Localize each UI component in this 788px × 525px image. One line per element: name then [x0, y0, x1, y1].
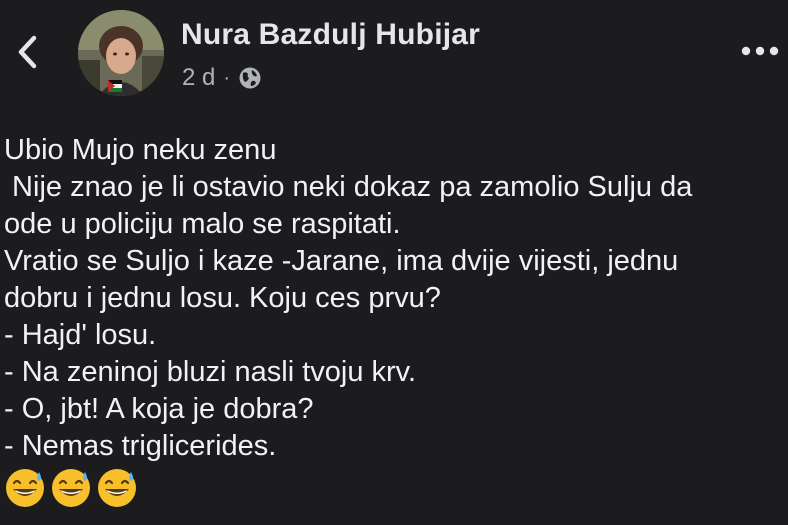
more-horizontal-icon: [741, 46, 779, 56]
grinning-sweat-emoji: [52, 469, 90, 507]
chevron-left-icon: [18, 35, 37, 69]
author-name[interactable]: Nura Bazdulj Hubijar: [181, 18, 480, 52]
post-line: - O, jbt! A koja je dobra?: [4, 393, 314, 425]
post-line: - Hajd' losu.: [4, 319, 157, 351]
post-line: Ubio Mujo neku zenu: [4, 134, 277, 166]
back-button[interactable]: [10, 30, 44, 74]
post-line: dobru i jednu losu. Koju ces prvu?: [4, 282, 441, 314]
post-body: Ubio Mujo neku zenu Nije znao je li osta…: [4, 132, 788, 509]
grinning-sweat-emoji: [98, 469, 136, 507]
emoji-row: [4, 467, 788, 509]
post-line: - Nemas triglicerides.: [4, 430, 277, 462]
post-line: - Na zeninoj bluzi nasli tvoju krv.: [4, 356, 417, 388]
avatar[interactable]: [78, 10, 164, 96]
post-line: Nije znao je li ostavio neki dokaz pa za…: [4, 171, 693, 203]
meta-separator: ·: [223, 66, 231, 89]
grinning-sweat-emoji: [6, 469, 44, 507]
post-line: Vratio se Suljo i kaze -Jarane, ima dvij…: [4, 245, 679, 277]
post-time[interactable]: 2 d: [182, 64, 215, 92]
post-meta: 2 d ·: [182, 64, 262, 92]
more-options-button[interactable]: [738, 36, 782, 66]
globe-icon: [239, 67, 261, 89]
avatar-image: [78, 10, 164, 96]
post-line: ode u policiju malo se raspitati.: [4, 208, 401, 240]
